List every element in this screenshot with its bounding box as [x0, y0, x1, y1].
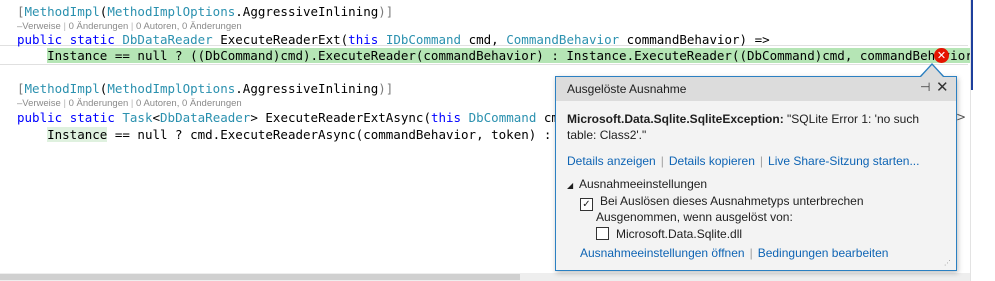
code-token: .AggressiveInlining: [235, 81, 379, 96]
code-token: ExecuteReaderExtAsync: [265, 110, 424, 125]
code-token: MethodImplOptions: [107, 81, 236, 96]
link-separator: |: [759, 154, 764, 168]
code-token: DbDataReader: [122, 32, 213, 47]
codelens-separator: |: [128, 98, 137, 109]
exception-type: Microsoft.Data.Sqlite.SqliteException:: [567, 112, 784, 126]
horizontal-scrollbar-thumb[interactable]: [0, 274, 520, 280]
popup-pointer-fill: [921, 65, 943, 77]
code-token: this: [348, 32, 379, 47]
code-token: CommandBehavior: [506, 32, 620, 47]
code-token: .AggressiveInlining: [235, 4, 379, 19]
except-when-thrown-label: Ausgenommen, wenn ausgelöst von:: [596, 210, 793, 224]
chevron-right-icon: >: [956, 110, 967, 124]
code-line-body-1[interactable]: Instance == null ? ((DbCommand)cmd).Exec…: [17, 47, 988, 64]
break-on-exception-checkbox[interactable]: ✓: [580, 198, 593, 211]
code-token: MethodImpl: [24, 81, 100, 96]
code-token: static: [69, 110, 115, 125]
code-token: >: [250, 110, 258, 125]
code-token: )]: [378, 81, 394, 96]
exception-popup[interactable]: Ausgelöste Ausnahme ⊣ ✕ Microsoft.Data.S…: [555, 76, 957, 271]
code-token: [: [17, 4, 25, 19]
error-icon[interactable]: ✕: [934, 48, 949, 63]
break-on-exception-row[interactable]: ✓ Bei Auslösen dieses Ausnahmetyps unterb…: [580, 194, 864, 211]
module-exclusion-row[interactable]: Microsoft.Data.Sqlite.dll: [596, 227, 742, 241]
code-token: DbDataReader: [160, 110, 251, 125]
close-icon[interactable]: ✕: [936, 78, 949, 96]
code-line-body-2[interactable]: Instance == null ? cmd.ExecuteReaderAsyn…: [17, 126, 597, 143]
link-separator: |: [660, 154, 664, 168]
code-token: [: [17, 81, 25, 96]
codelens-separator: |: [60, 98, 69, 109]
code-token: cmd,: [468, 32, 507, 47]
codelens-changes[interactable]: 0 Änderungen: [69, 98, 129, 109]
module-exclusion-label: Microsoft.Data.Sqlite.dll: [616, 227, 743, 241]
code-token: public: [17, 32, 63, 47]
vertical-scrollbar[interactable]: [970, 0, 995, 281]
code-line-signature-2[interactable]: public static Task<DbDataReader> Execute…: [17, 109, 597, 126]
resize-grip-icon[interactable]: ⋰: [944, 259, 951, 267]
exception-message: Microsoft.Data.Sqlite.SqliteException: "…: [567, 111, 947, 143]
break-on-exception-label: Bei Auslösen dieses Ausnahmetyps unterbr…: [600, 194, 864, 208]
module-exclusion-checkbox[interactable]: [596, 227, 609, 240]
code-token: MethodImpl: [24, 4, 100, 19]
link-separator: |: [749, 246, 753, 260]
edit-conditions-link[interactable]: Bedingungen bearbeiten: [758, 246, 889, 260]
start-live-share-link[interactable]: Live Share-Sitzung starten...: [768, 154, 919, 168]
popup-header: Ausgelöste Ausnahme ⊣ ✕: [556, 77, 956, 101]
code-token: Task: [122, 110, 153, 125]
exception-settings-label: Ausnahmeeinstellungen: [579, 177, 708, 191]
code-token: static: [69, 32, 115, 47]
code-line-attribute-2[interactable]: [MethodImpl(MethodImplOptions.Aggressive…: [17, 80, 393, 97]
exception-settings-links: Ausnahmeeinstellungen öffnen | Bedingungen…: [580, 246, 888, 260]
expand-triangle-icon[interactable]: ◢: [567, 181, 579, 190]
code-token: <: [152, 110, 161, 125]
exception-actions: Details anzeigen | Details kopieren | Live S…: [567, 154, 919, 168]
code-line-signature-1[interactable]: public static DbDataReader ExecuteReader…: [17, 31, 770, 48]
code-line-attribute-1[interactable]: [MethodImpl(MethodImplOptions.Aggressive…: [17, 3, 393, 20]
code-token: Instance: [47, 127, 108, 142]
code-token: commandBehavior) =>: [626, 32, 770, 47]
code-token: == null ? cmd.ExecuteReaderAsync(command…: [107, 127, 597, 142]
code-token: ExecuteReaderExt: [220, 32, 341, 47]
code-token: (: [423, 110, 431, 125]
pin-icon[interactable]: ⊣: [920, 80, 930, 94]
codelens-references[interactable]: –Verweise: [17, 98, 61, 109]
horizontal-scrollbar[interactable]: [0, 273, 970, 281]
code-token: )]: [378, 4, 394, 19]
codelens-authors[interactable]: 0 Autoren, 0 Änderungen: [136, 98, 242, 109]
code-token: this: [430, 110, 462, 125]
code-token: public: [17, 110, 63, 125]
show-details-link[interactable]: Details anzeigen: [567, 154, 656, 168]
open-exception-settings-link[interactable]: Ausnahmeeinstellungen öffnen: [580, 246, 745, 260]
scrollbar-marker: [971, 0, 973, 90]
exception-settings-expander[interactable]: ◢ Ausnahmeeinstellungen: [567, 177, 707, 191]
copy-details-link[interactable]: Details kopieren: [669, 154, 755, 168]
code-token: IDbCommand: [385, 32, 462, 47]
code-token: MethodImplOptions: [107, 4, 236, 19]
current-statement-highlight: Instance == null ? ((DbCommand)cmd).Exec…: [47, 48, 988, 63]
popup-title: Ausgelöste Ausnahme: [567, 82, 687, 96]
code-token: DbCommand: [468, 110, 537, 125]
